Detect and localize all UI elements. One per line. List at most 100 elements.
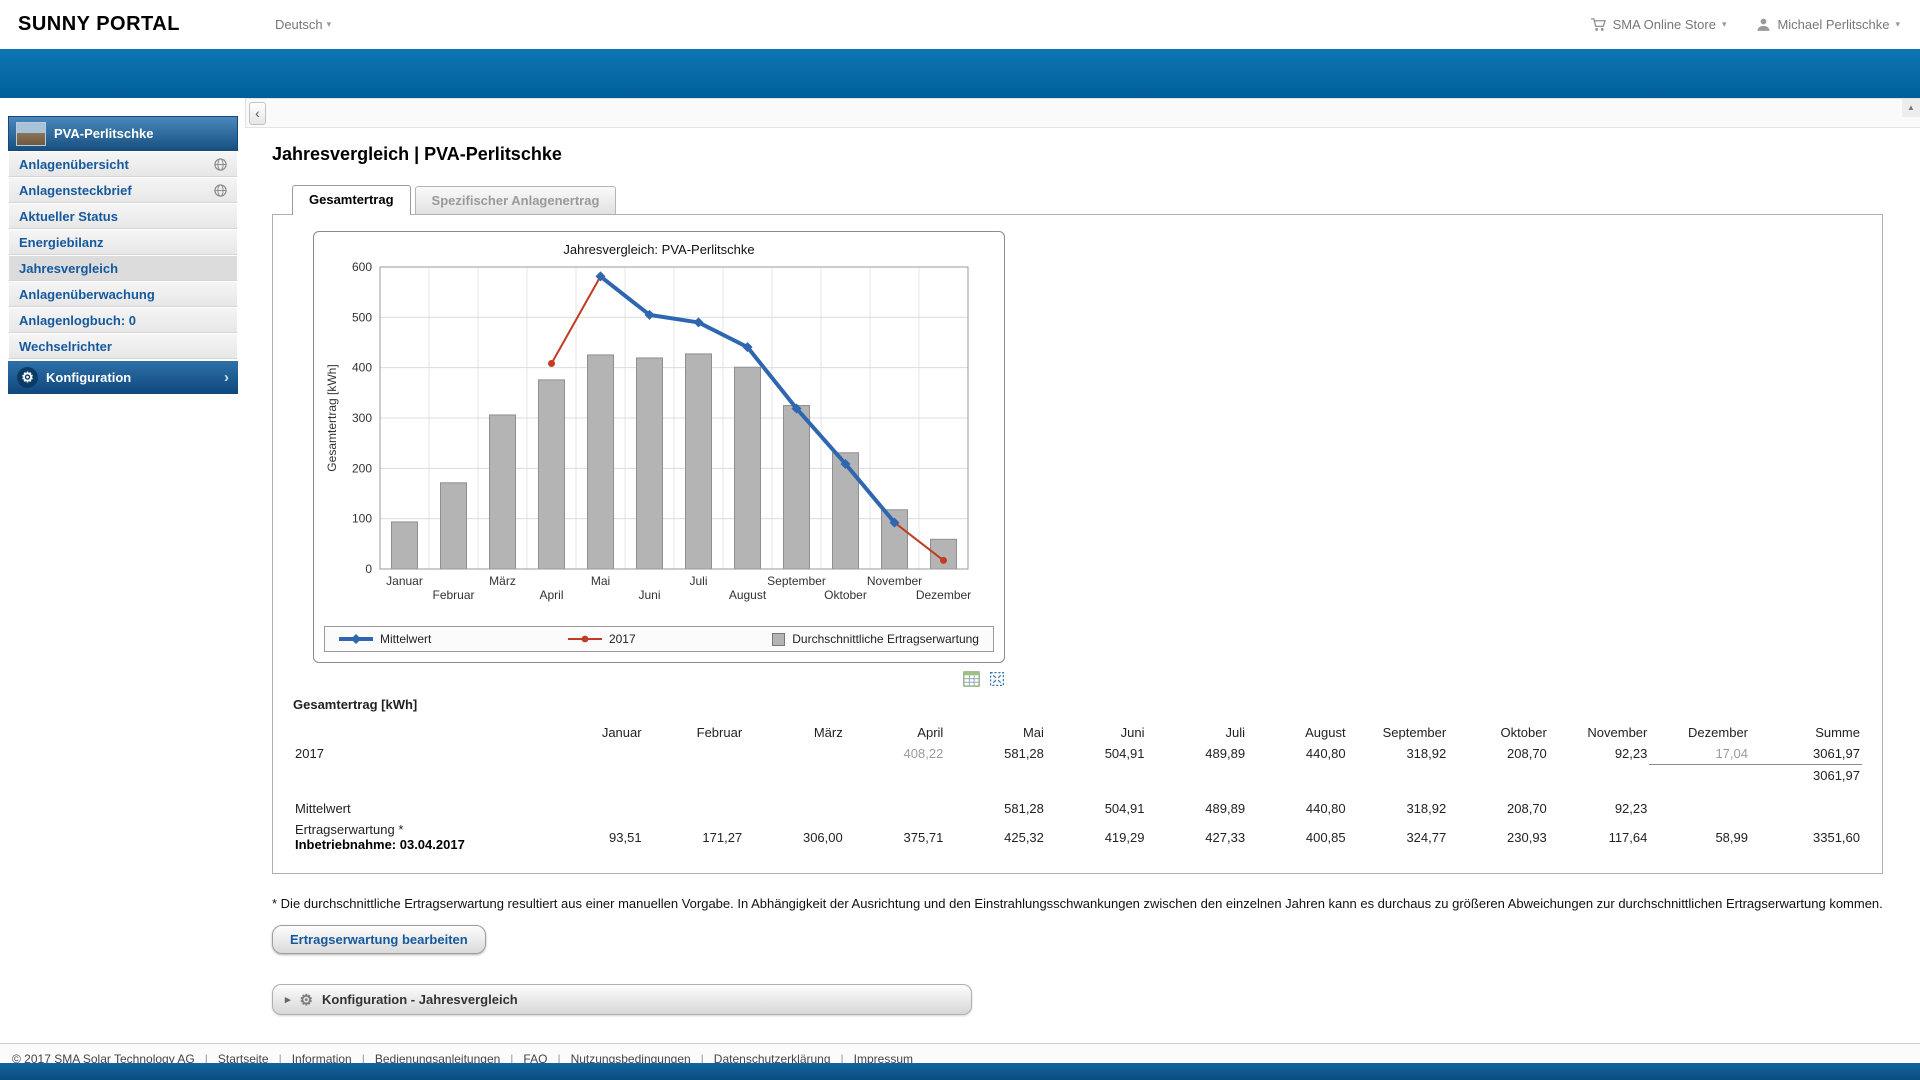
accordion-arrow-icon: ▸ — [285, 993, 291, 1006]
sidebar-item-anlagensteckbrief[interactable]: Anlagensteckbrief — [8, 177, 238, 203]
table-cell — [543, 798, 644, 819]
table-cell: 324,77 — [1348, 819, 1449, 855]
column-header: April — [845, 722, 946, 743]
table-row: Ertragserwartung *Inbetriebnahme: 03.04.… — [293, 819, 1862, 855]
svg-text:500: 500 — [352, 310, 372, 324]
legend-item-2017: 2017 — [568, 632, 636, 646]
row-sublabel: Inbetriebnahme: 03.04.2017 — [295, 837, 541, 852]
sidebar-item-wechselrichter[interactable]: Wechselrichter — [8, 333, 238, 359]
table-cell — [644, 765, 745, 787]
svg-text:300: 300 — [352, 411, 372, 425]
table-cell: 171,27 — [644, 819, 745, 855]
top-header-right: SMA Online Store ▾ Michael Perlitschke ▾ — [1590, 17, 1900, 32]
table-cell: 58,99 — [1649, 819, 1750, 855]
table-cell: 440,80 — [1247, 743, 1348, 765]
table-cell: 489,89 — [1146, 798, 1247, 819]
sidebar-plant-header[interactable]: PVA-Perlitschke — [8, 116, 238, 151]
table-cell: 306,00 — [744, 819, 845, 855]
svg-text:März: März — [489, 574, 516, 588]
chart-legend: Mittelwert2017Durchschnittliche Ertragse… — [324, 626, 994, 652]
table-cell: 93,51 — [543, 819, 644, 855]
svg-text:100: 100 — [352, 512, 372, 526]
config-accordion-label: Konfiguration - Jahresvergleich — [322, 992, 518, 1007]
tab-content-panel: Jahresvergleich: PVA-Perlitschke 0100200… — [272, 214, 1883, 874]
table-cell — [1146, 765, 1247, 787]
table-cell: 504,91 — [1046, 798, 1147, 819]
svg-text:Februar: Februar — [432, 588, 474, 602]
sidebar-item-aktueller-status[interactable]: Aktueller Status — [8, 203, 238, 229]
table-cell — [744, 743, 845, 765]
table-cell: 440,80 — [1247, 798, 1348, 819]
svg-text:Mai: Mai — [591, 574, 610, 588]
top-header: SUNNY PORTAL Deutsch ▾ SMA Online Store … — [0, 0, 1920, 49]
svg-text:600: 600 — [352, 260, 372, 274]
table-header-row: JanuarFebruarMärzAprilMaiJuniJuliAugustS… — [293, 722, 1862, 743]
table-cell — [543, 743, 644, 765]
table-row: 3061,97 — [293, 765, 1862, 787]
user-icon — [1756, 17, 1771, 32]
yield-table-wrap: JanuarFebruarMärzAprilMaiJuniJuliAugustS… — [293, 722, 1862, 855]
sidebar-item-anlagenüberwachung[interactable]: Anlagenüberwachung — [8, 281, 238, 307]
scroll-up-button[interactable]: ▲ — [1902, 99, 1920, 117]
table-cell — [1348, 765, 1449, 787]
sidebar-collapse-button[interactable]: ‹ — [249, 102, 266, 125]
sidebar-item-label: Anlagenlogbuch: 0 — [19, 313, 136, 328]
table-cell — [945, 765, 1046, 787]
table-cell: 581,28 — [945, 798, 1046, 819]
table-cell — [1448, 765, 1549, 787]
fullscreen-icon[interactable] — [989, 671, 1005, 687]
page-title: Jahresvergleich | PVA-Perlitschke — [272, 144, 1883, 165]
column-header: Februar — [644, 722, 745, 743]
tab-bar: GesamtertragSpezifischer Anlagenertrag — [292, 185, 1883, 214]
config-accordion[interactable]: ▸ ⚙ Konfiguration - Jahresvergleich — [272, 984, 972, 1015]
table-cell: 230,93 — [1448, 819, 1549, 855]
sidebar-config-label: Konfiguration — [46, 370, 131, 385]
edit-expectation-button[interactable]: Ertragserwartung bearbeiten — [272, 925, 486, 954]
sidebar-item-label: Energiebilanz — [19, 235, 104, 250]
column-header: September — [1348, 722, 1449, 743]
column-header: Januar — [543, 722, 644, 743]
language-selector[interactable]: Deutsch ▾ — [275, 17, 331, 32]
chart-export-row — [313, 671, 1005, 687]
sidebar-item-energiebilanz[interactable]: Energiebilanz — [8, 229, 238, 255]
chart-area: 0100200300400500600JanuarFebruarMärzApri… — [324, 259, 994, 622]
column-header: Oktober — [1448, 722, 1549, 743]
user-menu[interactable]: Michael Perlitschke ▾ — [1756, 17, 1900, 32]
tab-spezifischer-anlagenertrag[interactable]: Spezifischer Anlagenertrag — [415, 186, 617, 214]
sidebar-item-konfiguration[interactable]: ⚙ Konfiguration › — [8, 361, 238, 394]
column-header: Mai — [945, 722, 1046, 743]
column-header: Juli — [1146, 722, 1247, 743]
excel-export-icon[interactable] — [963, 671, 980, 687]
year-comparison-chart: 0100200300400500600JanuarFebruarMärzApri… — [324, 259, 980, 619]
table-cell: 375,71 — [845, 819, 946, 855]
column-header: Juni — [1046, 722, 1147, 743]
svg-text:Januar: Januar — [386, 574, 423, 588]
legend-line-sample — [568, 633, 602, 645]
sidebar-item-anlagenübersicht[interactable]: Anlagenübersicht — [8, 151, 238, 177]
sidebar-item-jahresvergleich[interactable]: Jahresvergleich — [8, 255, 238, 281]
table-cell: 425,32 — [945, 819, 1046, 855]
svg-text:Dezember: Dezember — [916, 588, 971, 602]
tab-gesamtertrag[interactable]: Gesamtertrag — [292, 185, 411, 215]
table-cell: 419,29 — [1046, 819, 1147, 855]
table-cell: 504,91 — [1046, 743, 1147, 765]
language-label: Deutsch — [275, 17, 323, 32]
sidebar-item-anlagenlogbuch-0[interactable]: Anlagenlogbuch: 0 — [8, 307, 238, 333]
table-cell: 489,89 — [1146, 743, 1247, 765]
chevron-down-icon: ▾ — [1895, 19, 1900, 30]
sidebar-item-label: Jahresvergleich — [19, 261, 118, 276]
chevron-down-icon: ▾ — [1722, 19, 1727, 30]
main-nav-bar — [0, 49, 1920, 98]
sma-online-store-link[interactable]: SMA Online Store ▾ — [1590, 17, 1727, 32]
cart-icon — [1590, 17, 1607, 32]
footnote-text: * Die durchschnittliche Ertragserwartung… — [272, 896, 1883, 911]
sunny-portal-logo[interactable]: SUNNY PORTAL — [18, 13, 180, 36]
table-cell — [744, 765, 845, 787]
table-cell: 318,92 — [1348, 798, 1449, 819]
svg-text:September: September — [767, 574, 826, 588]
gear-icon: ⚙ — [300, 991, 313, 1009]
table-row: 2017408,22581,28504,91489,89440,80318,92… — [293, 743, 1862, 765]
table-cell: 581,28 — [945, 743, 1046, 765]
bottom-blue-bar — [0, 1063, 1920, 1080]
page-layout: PVA-Perlitschke AnlagenübersichtAnlagens… — [0, 98, 1920, 1015]
